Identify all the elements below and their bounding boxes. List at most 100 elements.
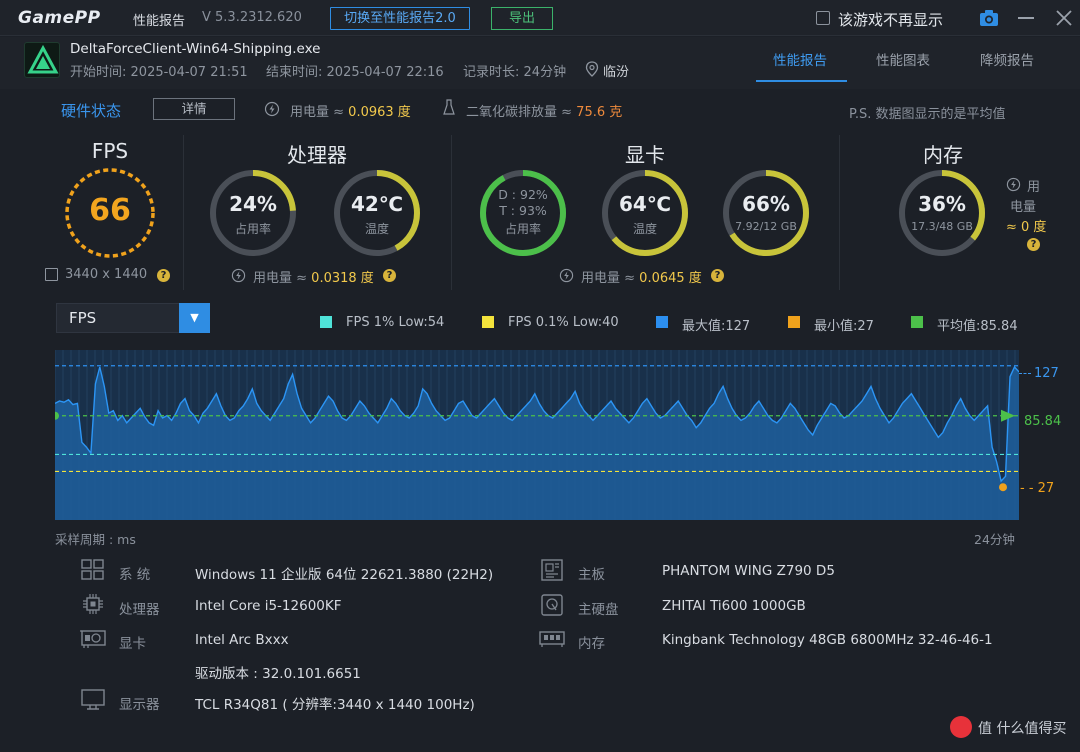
tab-performance-chart[interactable]: 性能图表 bbox=[876, 49, 930, 69]
dont-show-label: 该游戏不再显示 bbox=[838, 11, 944, 29]
start-time-value: 2025-04-07 21:51 bbox=[130, 65, 248, 80]
location-value: 临汾 bbox=[603, 65, 630, 80]
minimize-icon[interactable] bbox=[1018, 17, 1034, 19]
legend-max: 最大值:127 bbox=[682, 319, 751, 334]
cpu-panel-title: 处理器 bbox=[287, 143, 347, 167]
power-icon bbox=[231, 268, 246, 283]
power-icon bbox=[1006, 177, 1021, 192]
fps-panel-title: FPS bbox=[91, 139, 129, 163]
memory-power-line2: 电量 bbox=[1010, 200, 1037, 215]
memory-panel-title: 内存 bbox=[923, 143, 963, 167]
y-axis-min-label: - - 27 bbox=[1020, 481, 1055, 496]
smzdm-logo-icon bbox=[950, 716, 972, 738]
spec-value-cpu: Intel Core i5-12600KF bbox=[195, 598, 342, 614]
max-tick bbox=[1019, 373, 1031, 374]
spec-key-cpu: 处理器 bbox=[119, 602, 160, 618]
legend-swatch bbox=[911, 316, 923, 328]
power-icon bbox=[264, 101, 280, 117]
legend-min: 最小值:27 bbox=[814, 319, 874, 334]
divider bbox=[183, 135, 184, 290]
gpu-vram-label: 7.92/12 GB bbox=[735, 220, 797, 233]
gpu-power: 用电量 ≈ 0.0645 度 bbox=[581, 267, 702, 286]
gpu-usage-d: D : 92% bbox=[498, 187, 548, 202]
memory-power-line1: 用 bbox=[1027, 180, 1041, 195]
end-time-label: 结束时间: bbox=[266, 65, 323, 80]
close-icon[interactable] bbox=[1054, 8, 1074, 28]
total-power-label: 用电量 ≈ bbox=[290, 105, 345, 120]
legend-swatch bbox=[482, 316, 494, 328]
start-time: 开始时间: 2025-04-07 21:51 bbox=[70, 61, 248, 80]
chevron-down-icon[interactable]: ▼ bbox=[179, 303, 210, 333]
hardware-status-title: 硬件状态 bbox=[61, 102, 122, 120]
metric-select-value: FPS bbox=[69, 309, 97, 327]
gpu-power-label: 用电量 ≈ bbox=[581, 271, 636, 286]
motherboard-icon bbox=[540, 558, 564, 582]
y-axis-max-label: 127 bbox=[1034, 366, 1059, 381]
camera-icon[interactable] bbox=[978, 8, 1000, 28]
total-power: 用电量 ≈ 0.0963 度 bbox=[290, 101, 411, 120]
end-time-value: 2025-04-07 22:16 bbox=[326, 65, 444, 80]
start-time-label: 开始时间: bbox=[70, 65, 127, 80]
help-icon[interactable]: ? bbox=[383, 269, 396, 282]
power-icon bbox=[559, 268, 574, 283]
end-time: 结束时间: 2025-04-07 22:16 bbox=[266, 61, 444, 80]
switch-report-button[interactable]: 切换至性能报告2.0 bbox=[330, 7, 470, 30]
title-bar: GamePP 性能报告 V 5.3.2312.620 切换至性能报告2.0 导出… bbox=[0, 0, 1080, 36]
legend-swatch bbox=[656, 316, 668, 328]
spec-key-os: 系 统 bbox=[119, 567, 151, 583]
fps-chart[interactable] bbox=[55, 350, 1019, 520]
duration: 记录时长: 24分钟 bbox=[463, 61, 566, 80]
dont-show-checkbox[interactable] bbox=[816, 11, 830, 25]
help-icon[interactable]: ? bbox=[711, 269, 724, 282]
spec-key-motherboard: 主板 bbox=[578, 567, 605, 583]
gpu-icon bbox=[79, 628, 107, 650]
export-button[interactable]: 导出 bbox=[491, 7, 553, 30]
spec-key-disk: 主硬盘 bbox=[578, 602, 619, 618]
spec-value-motherboard: PHANTOM WING Z790 D5 bbox=[662, 563, 835, 579]
legend-fps-01pct-low: FPS 0.1% Low:40 bbox=[508, 315, 619, 330]
gpu-panel-title: 显卡 bbox=[625, 143, 665, 167]
memory-usage-value: 36% bbox=[918, 192, 966, 216]
gpu-temp-label: 温度 bbox=[632, 222, 657, 236]
memory-usage-label: 17.3/48 GB bbox=[911, 220, 973, 233]
resolution-icon bbox=[45, 268, 58, 281]
spec-value-os: Windows 11 企业版 64位 22621.3880 (22H2) bbox=[195, 567, 494, 583]
help-icon[interactable]: ? bbox=[1027, 238, 1040, 251]
spec-key-gpu: 显卡 bbox=[119, 636, 146, 652]
tab-throttle-report[interactable]: 降频报告 bbox=[980, 49, 1034, 69]
memory-icon bbox=[538, 628, 566, 650]
app-logo: GamePP bbox=[18, 8, 101, 28]
spec-value-driver: 驱动版本 : 32.0.101.6651 bbox=[195, 666, 361, 682]
detail-button[interactable]: 详情 bbox=[153, 98, 235, 120]
spec-value-display: TCL R34Q81 ( 分辨率:3440 x 1440 100Hz) bbox=[195, 697, 475, 713]
app-version: V 5.3.2312.620 bbox=[202, 10, 302, 25]
fps-value: 66 bbox=[89, 193, 131, 228]
cpu-usage-label: 占用率 bbox=[234, 222, 271, 236]
gpu-usage-label: 占用率 bbox=[504, 222, 541, 236]
legend-average: 平均值:85.84 bbox=[937, 319, 1018, 334]
cpu-power: 用电量 ≈ 0.0318 度 bbox=[253, 267, 374, 286]
legend-fps-1pct-low: FPS 1% Low:54 bbox=[346, 315, 445, 330]
game-icon bbox=[24, 42, 60, 78]
executable-name: DeltaForceClient-Win64-Shipping.exe bbox=[70, 41, 321, 57]
disk-icon bbox=[540, 593, 564, 617]
cpu-icon bbox=[82, 593, 104, 615]
spec-key-memory: 内存 bbox=[578, 636, 605, 652]
divider bbox=[451, 135, 452, 290]
gpu-temp-value: 64℃ bbox=[618, 192, 672, 216]
cpu-temp-label: 温度 bbox=[364, 222, 389, 236]
help-icon[interactable]: ? bbox=[157, 269, 170, 282]
x-axis-start-label: 采样周期 : ms bbox=[55, 532, 136, 547]
active-tab-indicator bbox=[756, 80, 847, 82]
spec-value-gpu: Intel Arc Bxxx bbox=[195, 632, 289, 648]
divider bbox=[839, 135, 840, 290]
legend-swatch bbox=[788, 316, 800, 328]
app-window: GamePP 性能报告 V 5.3.2312.620 切换至性能报告2.0 导出… bbox=[0, 0, 1080, 752]
cpu-temp-value: 42℃ bbox=[350, 192, 404, 216]
app-title: 性能报告 bbox=[133, 14, 186, 29]
cpu-power-label: 用电量 ≈ bbox=[253, 271, 308, 286]
tab-performance-report[interactable]: 性能报告 bbox=[773, 49, 827, 69]
monitor-grid-icon bbox=[80, 558, 106, 582]
min-marker bbox=[999, 483, 1007, 492]
cpu-power-value: 0.0318 度 bbox=[311, 271, 374, 286]
